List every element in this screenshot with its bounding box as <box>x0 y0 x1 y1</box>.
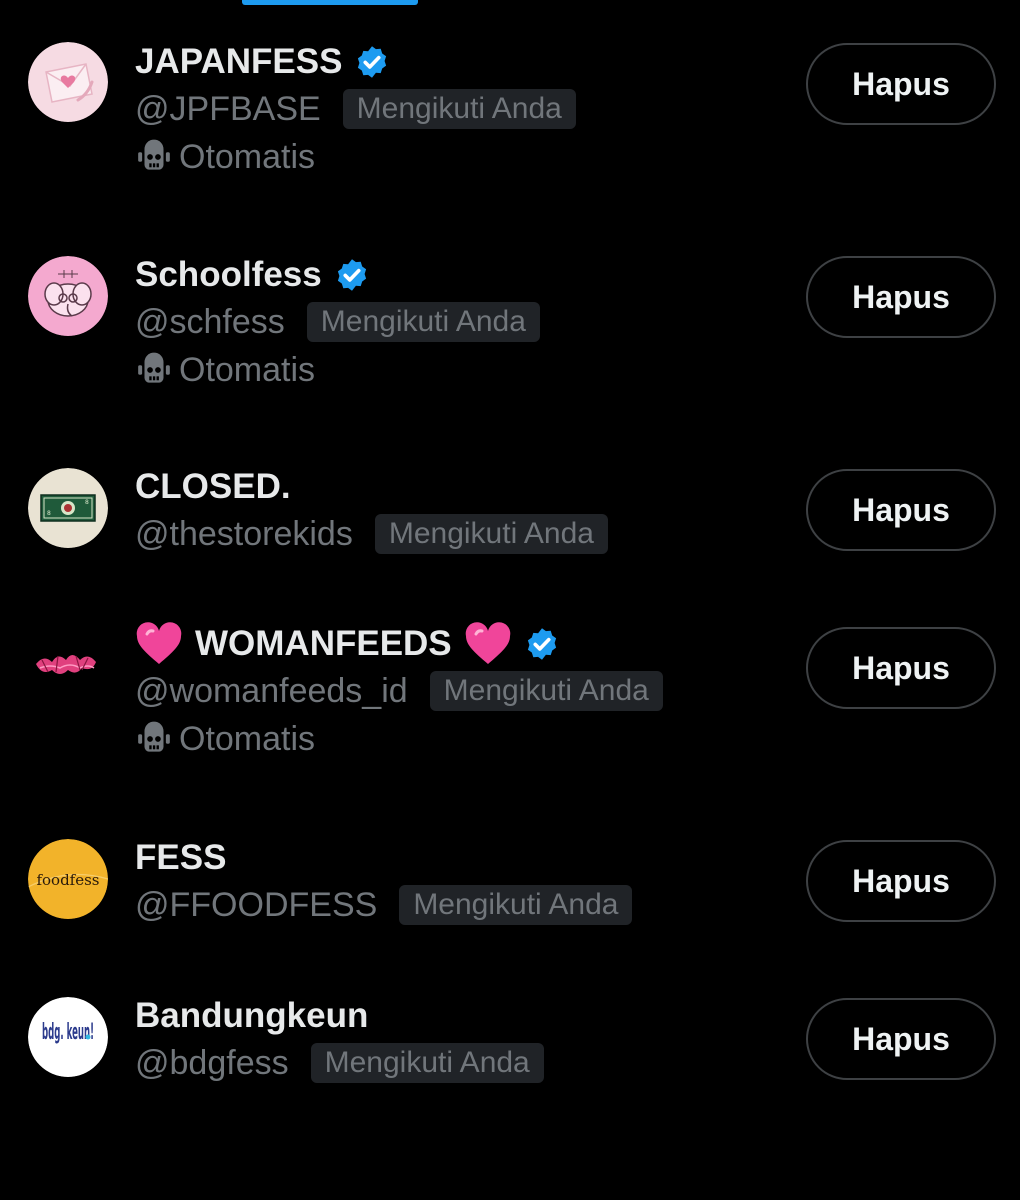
foodfess-logo-text: foodfess <box>36 871 99 889</box>
bdg-logo-text: bdg. keun! <box>42 1020 94 1045</box>
active-tab-indicator <box>242 0 418 5</box>
username-handle: @FFOODFESS <box>135 886 378 924</box>
display-name[interactable]: FESS <box>135 836 226 880</box>
verified-badge-icon <box>354 44 390 80</box>
display-name[interactable]: Bandungkeun <box>135 994 368 1038</box>
automated-bot-icon <box>135 720 173 758</box>
follows-you-badge: Mengikuti Anda <box>374 514 608 554</box>
remove-follower-button[interactable]: Hapus <box>806 840 996 922</box>
username-handle: @womanfeeds_id <box>135 672 408 710</box>
remove-follower-button[interactable]: Hapus <box>806 256 996 338</box>
foodfess-logo-avatar[interactable]: foodfess <box>28 839 108 919</box>
username-handle: @thestorekids <box>135 515 353 553</box>
svg-text:8: 8 <box>85 499 89 506</box>
automated-label: Otomatis <box>179 720 316 758</box>
display-name[interactable]: WOMANFEEDS <box>195 622 452 666</box>
username-handle: @JPFBASE <box>135 90 321 128</box>
pink-graffiti-logo-avatar[interactable] <box>28 626 108 706</box>
automated-bot-icon <box>135 138 173 176</box>
automated-label: Otomatis <box>179 351 316 389</box>
display-name[interactable]: Schoolfess <box>135 253 322 297</box>
verified-badge-icon <box>524 626 560 662</box>
username-handle: @bdgfess <box>135 1044 289 1082</box>
banknote-avatar[interactable]: 8 8 <box>28 468 108 548</box>
svg-text:8: 8 <box>47 510 51 517</box>
follows-you-badge: Mengikuti Anda <box>429 671 663 711</box>
follows-you-badge: Mengikuti Anda <box>310 1043 544 1083</box>
envelope-heart-avatar[interactable] <box>28 42 108 122</box>
remove-follower-button[interactable]: Hapus <box>806 998 996 1080</box>
username-handle: @schfess <box>135 303 285 341</box>
automated-bot-icon <box>135 351 173 389</box>
display-name[interactable]: JAPANFESS <box>135 40 342 84</box>
remove-follower-button[interactable]: Hapus <box>806 469 996 551</box>
elephant-doodle-avatar[interactable] <box>28 256 108 336</box>
pink-heart-emoji-icon <box>464 622 512 666</box>
verified-badge-icon <box>334 257 370 293</box>
automated-label: Otomatis <box>179 138 316 176</box>
remove-follower-button[interactable]: Hapus <box>806 43 996 125</box>
bdg-logo-avatar[interactable]: bdg. keun! <box>28 997 108 1077</box>
display-name[interactable]: CLOSED. <box>135 465 291 509</box>
follows-you-badge: Mengikuti Anda <box>342 89 576 129</box>
follows-you-badge: Mengikuti Anda <box>306 302 540 342</box>
follows-you-badge: Mengikuti Anda <box>399 885 633 925</box>
remove-follower-button[interactable]: Hapus <box>806 627 996 709</box>
pink-heart-emoji-icon <box>135 622 183 666</box>
